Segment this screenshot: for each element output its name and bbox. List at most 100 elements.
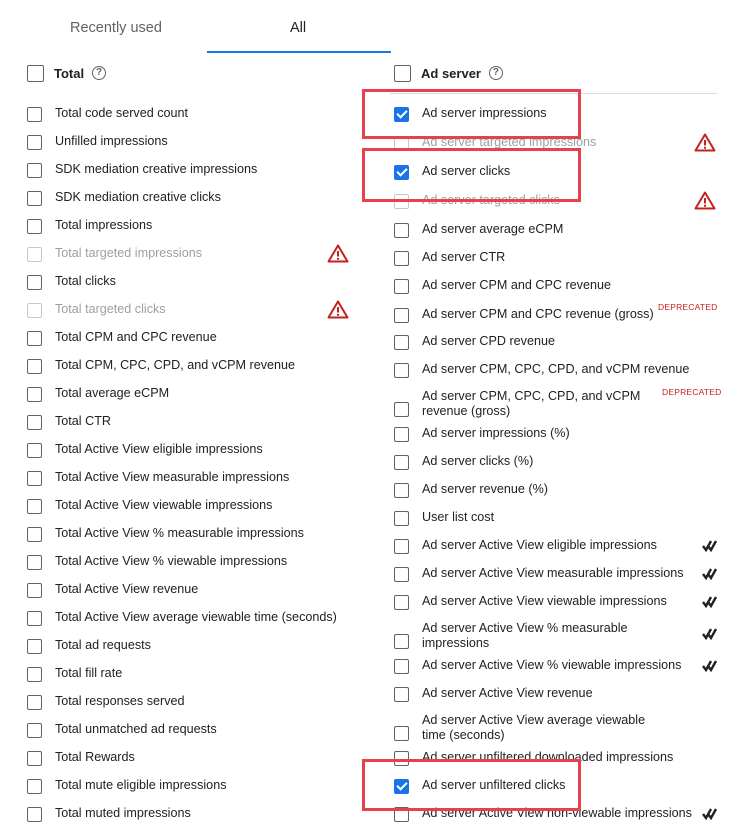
ad-server-metric-row[interactable]: Ad server Active View measurable impress… xyxy=(394,566,734,595)
total-metric-row[interactable]: Total Rewards xyxy=(27,750,357,779)
metric-checkbox[interactable] xyxy=(27,499,42,514)
ad-server-metric-row[interactable]: Ad server CPM, CPC, CPD, and vCPM revenu… xyxy=(394,387,734,423)
total-metric-row[interactable]: Total responses served xyxy=(27,694,357,723)
metric-checkbox[interactable] xyxy=(27,583,42,598)
total-metric-row[interactable]: Total Active View revenue xyxy=(27,582,357,611)
metric-checkbox[interactable] xyxy=(27,275,42,290)
metric-checkbox[interactable] xyxy=(27,107,42,122)
metric-checkbox[interactable] xyxy=(27,639,42,654)
ad-server-metric-row[interactable]: Ad server Active View average viewable t… xyxy=(394,713,734,747)
metric-checkbox[interactable] xyxy=(394,567,409,582)
ad-server-metric-row[interactable]: Ad server Active View % viewable impress… xyxy=(394,658,734,687)
metric-checkbox[interactable] xyxy=(27,331,42,346)
warning-icon xyxy=(327,300,349,319)
metric-checkbox[interactable] xyxy=(27,471,42,486)
total-metric-row[interactable]: Total code served count xyxy=(27,106,357,135)
metric-checkbox[interactable] xyxy=(394,539,409,554)
metric-checkbox[interactable] xyxy=(394,223,409,238)
ad-server-metric-row[interactable]: User list cost xyxy=(394,510,734,539)
help-icon[interactable]: ? xyxy=(488,66,503,80)
total-select-all-checkbox[interactable] xyxy=(27,64,44,82)
total-metric-row[interactable]: Total Active View eligible impressions xyxy=(27,442,357,471)
metric-checkbox[interactable] xyxy=(394,687,409,702)
metric-checkbox[interactable] xyxy=(27,415,42,430)
metric-checkbox[interactable] xyxy=(394,595,409,610)
help-icon[interactable]: ? xyxy=(92,66,107,80)
metric-checkbox[interactable] xyxy=(27,527,42,542)
ad-server-metric-row[interactable]: Ad server Active View non-viewable impre… xyxy=(394,806,734,835)
ad-server-metric-row[interactable]: Ad server average eCPM xyxy=(394,222,734,251)
metric-checkbox[interactable] xyxy=(27,611,42,626)
ad-server-metric-row[interactable]: Ad server Active View eligible impressio… xyxy=(394,538,734,567)
metric-label: Total Active View measurable impressions xyxy=(55,470,290,484)
tab-recently-used[interactable]: Recently used xyxy=(70,20,162,36)
metric-label: Total targeted clicks xyxy=(55,302,166,316)
metric-checkbox[interactable] xyxy=(27,723,42,738)
metric-checkbox[interactable] xyxy=(394,455,409,470)
metric-checkbox[interactable] xyxy=(27,779,42,794)
ad-server-metric-row[interactable]: Ad server CPM and CPC revenue (gross) DEP… xyxy=(394,302,734,336)
metric-label: Ad server Active View % viewable impress… xyxy=(422,658,682,672)
ad-server-select-all-checkbox[interactable] xyxy=(394,64,411,82)
metric-checkbox[interactable] xyxy=(394,659,409,674)
metric-label: Ad server Active View eligible impressio… xyxy=(422,538,657,552)
total-metric-row[interactable]: Total CPM and CPC revenue xyxy=(27,330,357,359)
metric-checkbox[interactable] xyxy=(27,387,42,402)
metric-checkbox[interactable] xyxy=(394,483,409,498)
metric-checkbox[interactable] xyxy=(27,555,42,570)
metric-checkbox[interactable] xyxy=(27,135,42,150)
metric-checkbox[interactable] xyxy=(394,363,409,378)
highlight-box xyxy=(362,89,581,139)
ad-server-metric-row[interactable]: Ad server revenue (%) xyxy=(394,482,734,511)
ad-server-metric-row[interactable]: Ad server CPD revenue xyxy=(394,334,734,363)
metric-checkbox[interactable] xyxy=(27,751,42,766)
total-metric-row[interactable]: Total average eCPM xyxy=(27,386,357,415)
metric-checkbox[interactable] xyxy=(27,359,42,374)
metric-label: Unfilled impressions xyxy=(55,134,168,148)
total-metric-row[interactable]: Total CPM, CPC, CPD, and vCPM revenue xyxy=(27,358,357,387)
total-metric-row[interactable]: Total clicks xyxy=(27,274,357,303)
ad-server-metric-row[interactable]: Ad server Active View viewable impressio… xyxy=(394,594,734,623)
metric-label: Ad server CPD revenue xyxy=(422,334,555,348)
metric-checkbox[interactable] xyxy=(394,427,409,442)
total-metric-row[interactable]: Total CTR xyxy=(27,414,357,443)
metric-checkbox[interactable] xyxy=(394,279,409,294)
ad-server-metric-row[interactable]: Ad server impressions (%) xyxy=(394,426,734,455)
total-metric-row[interactable]: Total Active View measurable impressions xyxy=(27,470,357,499)
metric-label: Total CPM and CPC revenue xyxy=(55,330,217,344)
ad-server-metric-row[interactable]: Ad server clicks (%) xyxy=(394,454,734,483)
metric-checkbox[interactable] xyxy=(394,726,409,741)
total-metric-row[interactable]: Total Active View average viewable time … xyxy=(27,610,357,639)
total-metric-row[interactable]: Total fill rate xyxy=(27,666,357,695)
metric-checkbox[interactable] xyxy=(27,667,42,682)
total-metric-row[interactable]: Total muted impressions xyxy=(27,806,357,835)
total-metric-row[interactable]: Unfilled impressions xyxy=(27,134,357,163)
total-metric-row[interactable]: SDK mediation creative clicks xyxy=(27,190,357,219)
total-metric-row[interactable]: SDK mediation creative impressions xyxy=(27,162,357,191)
metric-checkbox[interactable] xyxy=(394,251,409,266)
total-metric-row[interactable]: Total Active View viewable impressions xyxy=(27,498,357,527)
ad-server-metric-row[interactable]: Ad server Active View % measurable impre… xyxy=(394,621,734,655)
metric-checkbox[interactable] xyxy=(27,807,42,822)
total-metric-row[interactable]: Total unmatched ad requests xyxy=(27,722,357,751)
metric-checkbox[interactable] xyxy=(27,695,42,710)
metric-checkbox[interactable] xyxy=(394,402,409,417)
metric-checkbox[interactable] xyxy=(394,511,409,526)
metric-checkbox[interactable] xyxy=(27,163,42,178)
total-metric-row[interactable]: Total impressions xyxy=(27,218,357,247)
metric-checkbox[interactable] xyxy=(27,219,42,234)
metric-label: Total Active View eligible impressions xyxy=(55,442,263,456)
metric-checkbox[interactable] xyxy=(394,335,409,350)
total-metric-row[interactable]: Total Active View % viewable impressions xyxy=(27,554,357,583)
ad-server-metric-row[interactable]: Ad server Active View revenue xyxy=(394,686,734,715)
tab-all[interactable]: All xyxy=(290,20,306,36)
deprecated-badge: DEPRECATED xyxy=(662,387,722,397)
metric-checkbox[interactable] xyxy=(27,191,42,206)
total-metric-row[interactable]: Total Active View % measurable impressio… xyxy=(27,526,357,555)
metric-checkbox[interactable] xyxy=(394,634,409,649)
metric-checkbox[interactable] xyxy=(394,308,409,323)
total-metric-row[interactable]: Total mute eligible impressions xyxy=(27,778,357,807)
total-metric-row[interactable]: Total ad requests xyxy=(27,638,357,667)
ad-server-metric-row[interactable]: Ad server CTR xyxy=(394,250,734,279)
metric-checkbox[interactable] xyxy=(27,443,42,458)
